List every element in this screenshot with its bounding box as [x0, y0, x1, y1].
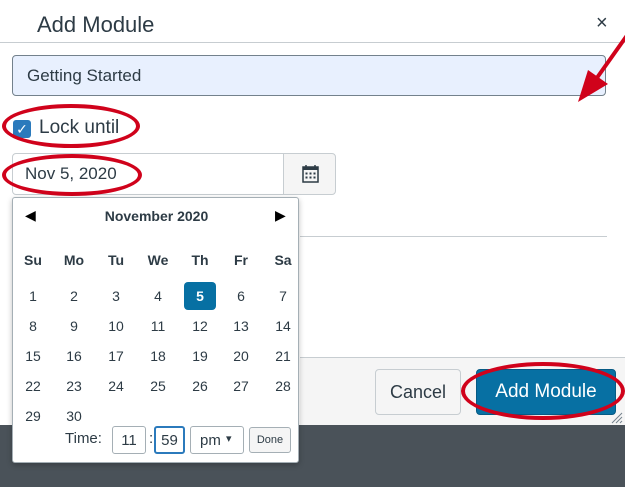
day-cell[interactable]: 9: [58, 312, 90, 340]
add-button-annotation-ellipse: [461, 362, 625, 420]
annotation-arrow: [578, 34, 625, 102]
day-cell[interactable]: 10: [100, 312, 132, 340]
day-cell[interactable]: 18: [142, 342, 174, 370]
time-colon: :: [149, 430, 154, 447]
day-cell[interactable]: 23: [58, 372, 90, 400]
day-cell[interactable]: 4: [142, 282, 174, 310]
datepicker-month-label: November 2020: [104, 208, 209, 224]
day-cell[interactable]: 15: [17, 342, 49, 370]
day-cell[interactable]: 3: [100, 282, 132, 310]
weekday-label: We: [147, 252, 169, 268]
weekday-label: Mo: [63, 252, 85, 268]
weekday-label: Su: [24, 252, 42, 268]
day-cell[interactable]: 20: [225, 342, 257, 370]
ampm-value: pm: [200, 432, 221, 449]
weekday-label: Tu: [107, 252, 125, 268]
weekday-label: Th: [191, 252, 209, 268]
module-name-input[interactable]: [12, 55, 606, 96]
lock-annotation-ellipse: [2, 104, 140, 148]
datepicker-popup: ◀ November 2020 ▶ Su Mo Tu We Th Fr Sa 1234567…: [12, 197, 299, 463]
time-row: Time: : pm ▾ Done: [13, 424, 300, 456]
hour-input[interactable]: [112, 426, 146, 454]
day-cell[interactable]: 19: [184, 342, 216, 370]
cancel-button[interactable]: Cancel: [375, 369, 461, 415]
day-cell[interactable]: 25: [142, 372, 174, 400]
calendar-button[interactable]: [283, 153, 336, 195]
day-cell[interactable]: 6: [225, 282, 257, 310]
header-divider: [0, 42, 625, 43]
ampm-select[interactable]: pm ▾: [190, 426, 244, 454]
day-cell[interactable]: 21: [267, 342, 299, 370]
day-selected[interactable]: 5: [184, 282, 216, 310]
next-month-icon[interactable]: ▶: [275, 207, 286, 224]
day-cell[interactable]: 13: [225, 312, 257, 340]
day-cell[interactable]: 12: [184, 312, 216, 340]
dialog-title: Add Module: [37, 12, 155, 37]
calendar-icon: [302, 165, 319, 183]
section-divider: [300, 236, 607, 237]
day-cell[interactable]: 26: [184, 372, 216, 400]
day-cell[interactable]: 28: [267, 372, 299, 400]
day-cell[interactable]: 24: [100, 372, 132, 400]
weekday-label: Sa: [274, 252, 292, 268]
day-cell[interactable]: 7: [267, 282, 299, 310]
done-button[interactable]: Done: [249, 427, 291, 453]
day-cell[interactable]: 17: [100, 342, 132, 370]
time-label: Time:: [65, 430, 102, 447]
day-cell[interactable]: 14: [267, 312, 299, 340]
day-cell[interactable]: 11: [142, 312, 174, 340]
weekday-label: Fr: [234, 252, 248, 268]
minute-input[interactable]: [154, 426, 185, 454]
day-cell[interactable]: 16: [58, 342, 90, 370]
day-cell[interactable]: 8: [17, 312, 49, 340]
chevron-down-icon: ▾: [226, 433, 232, 445]
day-cell[interactable]: 2: [58, 282, 90, 310]
day-cell[interactable]: 27: [225, 372, 257, 400]
day-cell[interactable]: 22: [17, 372, 49, 400]
resize-grip-icon[interactable]: [609, 410, 623, 424]
day-cell[interactable]: 1: [17, 282, 49, 310]
date-annotation-ellipse: [2, 154, 142, 196]
